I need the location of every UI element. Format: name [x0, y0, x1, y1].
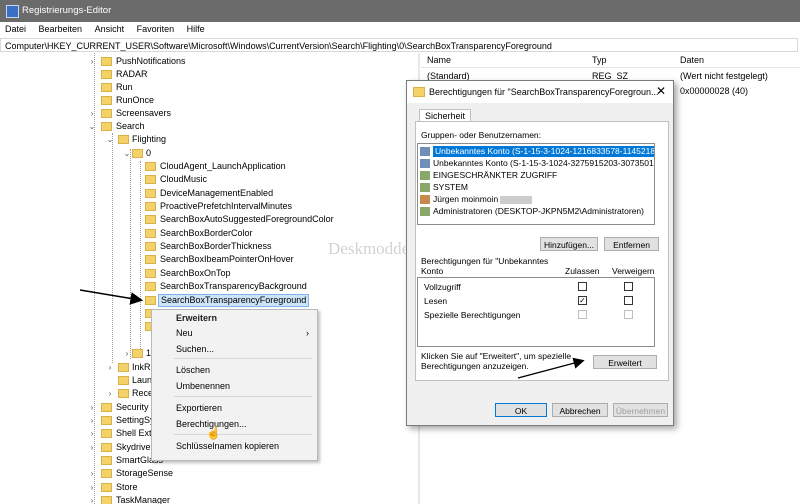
ctx-separator [174, 358, 312, 359]
col-type[interactable]: Typ [592, 55, 607, 65]
perm-label: Berechtigungen für "Unbekanntes Konto [421, 256, 549, 276]
allow-checkbox[interactable] [578, 282, 587, 291]
perm-name: Spezielle Berechtigungen [424, 310, 521, 320]
tab-strip: Sicherheit [415, 107, 665, 123]
col-allow: Zulassen [565, 266, 600, 276]
advanced-button[interactable]: Erweitert [593, 355, 657, 369]
menu-bar: Datei Bearbeiten Ansicht Favoriten Hilfe [0, 22, 800, 38]
unknown-account-icon [420, 147, 430, 156]
ctx-neu[interactable]: Neu [176, 328, 193, 338]
ok-button[interactable]: OK [495, 403, 547, 417]
redacted-blur [500, 195, 533, 204]
submenu-arrow-icon: › [306, 328, 309, 338]
deny-checkbox [624, 310, 633, 319]
advanced-hint: Klicken Sie auf "Erweitert", um speziell… [421, 351, 572, 371]
menu-ansicht[interactable]: Ansicht [90, 22, 130, 34]
menu-datei[interactable]: Datei [0, 22, 31, 34]
address-bar[interactable]: Computer\HKEY_CURRENT_USER\Software\Micr… [0, 38, 798, 52]
perm-name: Lesen [424, 296, 448, 306]
ctx-umbenennen[interactable]: Umbenennen [176, 381, 230, 391]
perm-name: Vollzugriff [424, 282, 461, 292]
dialog-title-bar: Berechtigungen für "SearchBoxTransparenc… [407, 81, 673, 103]
menu-hilfe[interactable]: Hilfe [182, 22, 210, 34]
menu-favoriten[interactable]: Favoriten [132, 22, 180, 34]
ctx-suchen[interactable]: Suchen... [176, 344, 214, 354]
add-button[interactable]: Hinzufügen... [540, 237, 598, 251]
ctx-schluesselnamen-kopieren[interactable]: Schlüsselnamen kopieren [176, 441, 279, 451]
deny-checkbox[interactable] [624, 282, 633, 291]
allow-checkbox [578, 310, 587, 319]
value-row-data: (Wert nicht festgelegt) [680, 71, 768, 81]
group-icon [420, 171, 430, 180]
window-title: Registrierungs-Editor [22, 5, 112, 16]
ctx-loeschen[interactable]: Löschen [176, 365, 210, 375]
user-icon [420, 195, 430, 204]
title-bar: Registrierungs-Editor [0, 0, 800, 22]
group-icon [420, 183, 430, 192]
permissions-dialog: Berechtigungen für "SearchBoxTransparenc… [406, 80, 674, 426]
menu-bearbeiten[interactable]: Bearbeiten [34, 22, 88, 34]
cancel-button[interactable]: Abbrechen [552, 403, 608, 417]
unknown-account-icon [420, 159, 430, 168]
remove-button[interactable]: Entfernen [604, 237, 659, 251]
permissions-list: Vollzugriff Lesen ✓ Spezielle Berechtigu… [417, 277, 655, 347]
ctx-exportieren[interactable]: Exportieren [176, 403, 222, 413]
value-row-data: 0x00000028 (40) [680, 86, 749, 96]
dialog-title: Berechtigungen für "SearchBoxTransparenc… [429, 87, 659, 97]
col-name[interactable]: Name [427, 55, 451, 65]
values-header: Name Typ Daten [421, 53, 800, 68]
regedit-icon [6, 5, 19, 18]
groups-label: Gruppen- oder Benutzernamen: [421, 130, 542, 140]
ctx-erweitern[interactable]: Erweitern [176, 313, 217, 323]
ctx-separator [174, 396, 312, 397]
folder-icon [413, 87, 425, 97]
user-list[interactable]: Unbekanntes Konto (S-1-15-3-1024-1216833… [417, 143, 655, 225]
apply-button: Übernehmen [613, 403, 668, 417]
hand-cursor-icon: ☝ [206, 426, 221, 440]
col-deny: Verweigern [612, 266, 655, 276]
col-data[interactable]: Daten [680, 55, 704, 65]
close-icon[interactable]: ✕ [656, 84, 666, 98]
ctx-separator [174, 434, 312, 435]
context-menu: Erweitern Neu › Suchen... Löschen Umbene… [151, 309, 318, 461]
allow-checkbox[interactable]: ✓ [578, 296, 587, 305]
group-icon [420, 207, 430, 216]
deny-checkbox[interactable] [624, 296, 633, 305]
